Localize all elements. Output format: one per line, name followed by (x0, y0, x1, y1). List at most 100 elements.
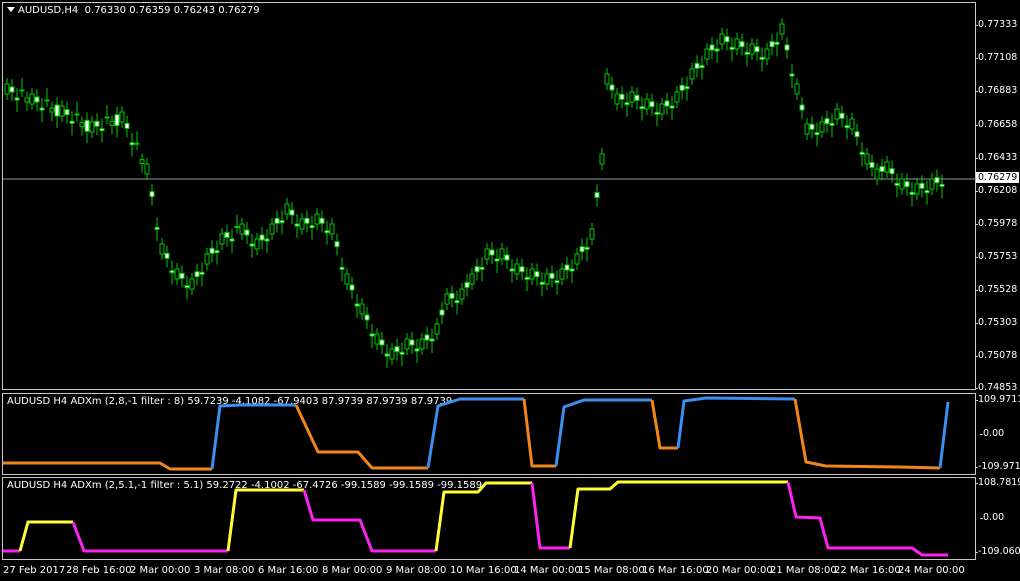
candle-body (809, 123, 815, 130)
candle-body (749, 43, 755, 55)
candle-body (444, 293, 450, 305)
candle-body (184, 285, 190, 289)
candle-body (719, 33, 725, 45)
price-axis[interactable]: 0.77333 0.77108 0.76883 0.76658 0.76433 … (974, 0, 1020, 393)
candle-body (209, 247, 215, 254)
candle-body (189, 278, 195, 290)
candle-body (234, 226, 240, 228)
time-tick: 20 Mar 00:00 (706, 565, 773, 576)
price-tick: 0.75753 (974, 251, 1018, 262)
candle-body (49, 107, 55, 113)
time-tick: 16 Mar 16:00 (642, 565, 709, 576)
candle-body (754, 46, 760, 53)
candle-body (274, 217, 280, 224)
candle-body (584, 246, 590, 250)
candle-body (124, 122, 130, 129)
candle-body (649, 101, 655, 108)
candle-body (374, 333, 380, 345)
candle-body (539, 281, 545, 285)
candle-body (524, 276, 530, 280)
adx1-up-line (426, 397, 524, 469)
adx2-up-line (18, 520, 73, 552)
candle-body (119, 111, 125, 123)
candle-body (314, 213, 320, 225)
candle-body (489, 249, 495, 256)
time-tick: 10 Mar 16:00 (450, 565, 517, 576)
candle-body (394, 346, 400, 353)
candle-body (894, 182, 900, 186)
candle-body (694, 62, 700, 69)
candle-body (424, 334, 430, 341)
candle-body (104, 116, 110, 119)
candle-body (684, 86, 690, 90)
candle-body (794, 83, 800, 95)
candle-body (724, 36, 730, 43)
candle-body (319, 217, 325, 224)
candle-body (619, 93, 625, 100)
candle-body (129, 142, 135, 146)
candle-body (389, 348, 395, 360)
time-tick: 15 Mar 08:00 (578, 565, 645, 576)
adx1-down-line (650, 399, 678, 450)
candle-body (474, 266, 480, 273)
adx1-up-line (210, 403, 296, 470)
candle-body (244, 229, 250, 236)
candle-body (409, 339, 415, 346)
candle-body (179, 272, 185, 279)
candle-body (589, 228, 595, 240)
candle-body (804, 123, 810, 135)
adx2-axis[interactable]: 108.7819 0.00 -109.0608 (974, 477, 1020, 560)
time-tick: 27 Feb 2017 (3, 565, 66, 576)
adx1-tick: 109.9711 (974, 394, 1020, 405)
candle-body (454, 300, 460, 304)
candle-body (259, 234, 265, 241)
candle-body (494, 258, 500, 262)
adx1-down-line (294, 404, 428, 470)
candle-body (869, 162, 875, 168)
candle-body (784, 44, 790, 51)
candle-body (829, 122, 835, 126)
adx2-tick: 0.00 (979, 512, 1005, 523)
price-tick: 0.75528 (974, 284, 1018, 295)
candle-body (759, 56, 765, 60)
candle-body (279, 220, 285, 224)
candle-body (464, 282, 470, 288)
candle-body (544, 273, 550, 285)
time-tick: 3 Mar 08:00 (194, 565, 255, 576)
time-tick: 9 Mar 08:00 (386, 565, 447, 576)
candle-body (229, 238, 235, 242)
candle-body (814, 132, 820, 136)
candle-body (674, 91, 680, 103)
candle-body (204, 253, 210, 265)
candle-body (904, 181, 910, 188)
adx1-axis[interactable]: 109.9711 0.00 -109.9711 (974, 393, 1020, 475)
candle-body (664, 100, 670, 107)
candle-body (39, 107, 45, 111)
candle-body (214, 250, 220, 254)
candle-body (834, 108, 840, 120)
candle-body (789, 73, 795, 77)
candle-body (864, 153, 870, 165)
candle-body (59, 105, 65, 117)
time-tick: 28 Feb 16:00 (66, 565, 132, 576)
candle-body (384, 353, 390, 357)
candle-body (764, 48, 770, 60)
candle-body (744, 51, 750, 55)
candle-body (139, 159, 145, 165)
candle-body (934, 177, 940, 184)
candle-body (264, 238, 270, 242)
candle-body (594, 192, 600, 198)
candle-body (164, 252, 170, 259)
candle-body (304, 217, 310, 224)
candle-body (929, 178, 935, 190)
adx1-tick: 0.00 (979, 428, 1005, 439)
candle-body (419, 338, 425, 350)
candle-body (64, 109, 70, 116)
candle-body (344, 273, 350, 285)
candle-body (499, 248, 505, 260)
current-price-label: 0.76279 (976, 172, 1020, 183)
time-axis[interactable]: 27 Feb 2017 28 Feb 16:00 2 Mar 00:00 3 M… (0, 562, 1020, 581)
candle-body (9, 86, 15, 93)
candle-body (704, 48, 710, 60)
candle-body (329, 223, 335, 235)
